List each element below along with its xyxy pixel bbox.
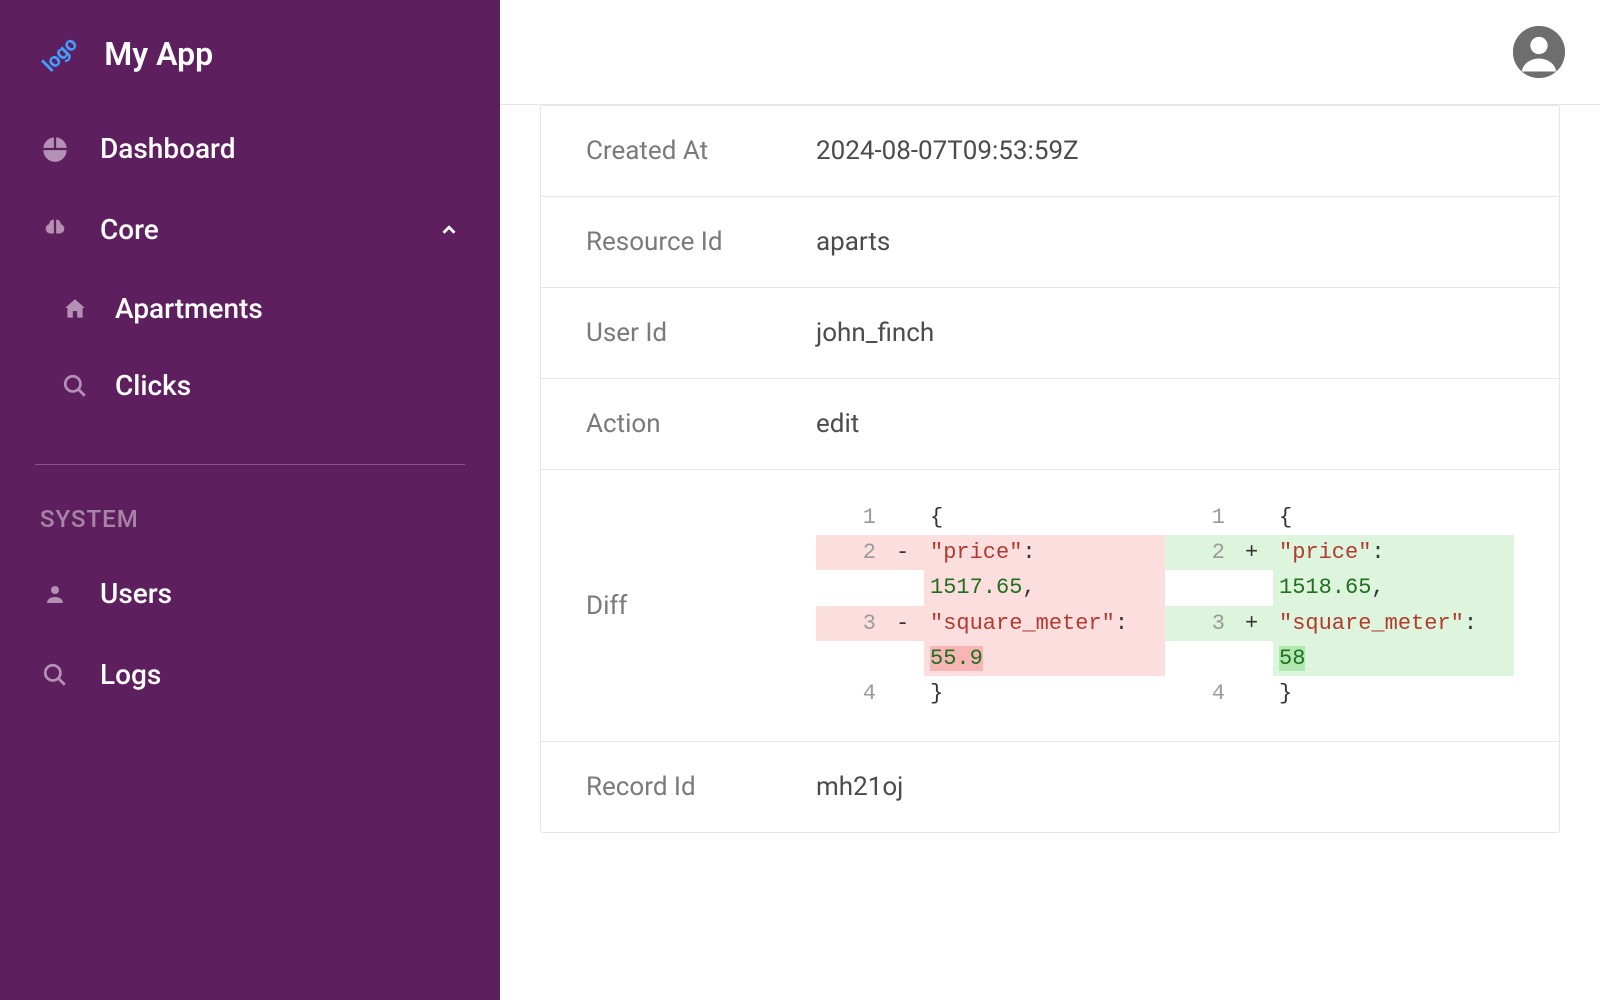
- app-title: My App: [104, 35, 213, 73]
- diff-viewer: 1 { 2 - "price": 1517.65, 3 - "squa: [816, 500, 1514, 711]
- sidebar-item-label: Logs: [100, 658, 161, 691]
- diff-line-added: 3 + "square_meter": 58: [1165, 606, 1514, 676]
- detail-label: Diff: [586, 591, 816, 621]
- diff-line: 1 {: [1165, 500, 1514, 535]
- diff-marker: -: [896, 606, 924, 641]
- sidebar-item-label: Clicks: [115, 369, 191, 402]
- pie-chart-icon: [40, 134, 70, 164]
- sidebar-item-dashboard[interactable]: Dashboard: [0, 108, 500, 189]
- detail-row-diff: Diff 1 { 2 - "price": 1517.65,: [541, 470, 1559, 742]
- diff-line-number: 4: [816, 676, 896, 711]
- diff-left: 1 { 2 - "price": 1517.65, 3 - "squa: [816, 500, 1165, 711]
- diff-line-removed: 3 - "square_meter": 55.9: [816, 606, 1165, 676]
- diff-marker: -: [896, 535, 924, 570]
- diff-line-number: 4: [1165, 676, 1245, 711]
- diff-text: "square_meter": 58: [1273, 606, 1514, 676]
- diff-text: "square_meter": 55.9: [924, 606, 1165, 676]
- detail-row-record-id: Record Id mh21oj: [541, 742, 1559, 832]
- detail-value: aparts: [816, 227, 890, 257]
- diff-line-number: 2: [816, 535, 896, 570]
- detail-row-user-id: User Id john_finch: [541, 288, 1559, 379]
- user-icon: [40, 579, 70, 609]
- detail-value: 2024-08-07T09:53:59Z: [816, 136, 1079, 166]
- diff-line-number: 3: [1165, 606, 1245, 641]
- sidebar-section-label: SYSTEM: [0, 485, 500, 553]
- avatar-button[interactable]: [1513, 26, 1565, 78]
- sidebar-item-core[interactable]: Core: [0, 189, 500, 270]
- sidebar-item-label: Core: [100, 213, 159, 246]
- detail-label: Action: [586, 409, 816, 439]
- diff-line-number: 1: [1165, 500, 1245, 535]
- diff-line-number: 1: [816, 500, 896, 535]
- home-icon: [60, 294, 90, 324]
- avatar-icon: [1513, 26, 1565, 78]
- detail-card: Created At 2024-08-07T09:53:59Z Resource…: [540, 105, 1560, 833]
- detail-row-resource-id: Resource Id aparts: [541, 197, 1559, 288]
- detail-value: john_finch: [816, 318, 934, 348]
- search-icon: [60, 371, 90, 401]
- detail-row-action: Action edit: [541, 379, 1559, 470]
- detail-value: edit: [816, 409, 859, 439]
- diff-line-number: 2: [1165, 535, 1245, 570]
- detail-label: Record Id: [586, 772, 816, 802]
- detail-value: mh21oj: [816, 772, 903, 802]
- diff-text: }: [1273, 676, 1514, 711]
- diff-text: {: [1273, 500, 1514, 535]
- detail-row-created-at: Created At 2024-08-07T09:53:59Z: [541, 106, 1559, 197]
- logo-icon: logo: [37, 32, 82, 77]
- diff-line-number: 3: [816, 606, 896, 641]
- chevron-up-icon: [438, 219, 460, 241]
- search-icon: [40, 660, 70, 690]
- brain-icon: [40, 215, 70, 245]
- detail-label: User Id: [586, 318, 816, 348]
- detail-label: Resource Id: [586, 227, 816, 257]
- sidebar-item-label: Dashboard: [100, 132, 235, 165]
- diff-line: 4 }: [816, 676, 1165, 711]
- diff-line-added: 2 + "price": 1518.65,: [1165, 535, 1514, 605]
- diff-line: 4 }: [1165, 676, 1514, 711]
- diff-text: "price": 1518.65,: [1273, 535, 1514, 605]
- diff-line: 1 {: [816, 500, 1165, 535]
- sidebar-item-label: Users: [100, 577, 172, 610]
- content: Created At 2024-08-07T09:53:59Z Resource…: [500, 105, 1600, 1000]
- sidebar-header: logo My App: [0, 0, 500, 108]
- diff-text: "price": 1517.65,: [924, 535, 1165, 605]
- sidebar-item-clicks[interactable]: Clicks: [0, 347, 500, 424]
- diff-text: {: [924, 500, 1165, 535]
- diff-marker: +: [1245, 535, 1273, 570]
- diff-right: 1 { 2 + "price": 1518.65, 3 + "squa: [1165, 500, 1514, 711]
- sidebar: logo My App Dashboard Core Apartments Cl…: [0, 0, 500, 1000]
- diff-text: }: [924, 676, 1165, 711]
- sidebar-item-apartments[interactable]: Apartments: [0, 270, 500, 347]
- topbar: [500, 0, 1600, 105]
- sidebar-item-label: Apartments: [115, 292, 263, 325]
- sidebar-divider: [35, 464, 465, 465]
- detail-label: Created At: [586, 136, 816, 166]
- sidebar-item-logs[interactable]: Logs: [0, 634, 500, 715]
- diff-marker: +: [1245, 606, 1273, 641]
- sidebar-item-users[interactable]: Users: [0, 553, 500, 634]
- diff-line-removed: 2 - "price": 1517.65,: [816, 535, 1165, 605]
- main: Created At 2024-08-07T09:53:59Z Resource…: [500, 0, 1600, 1000]
